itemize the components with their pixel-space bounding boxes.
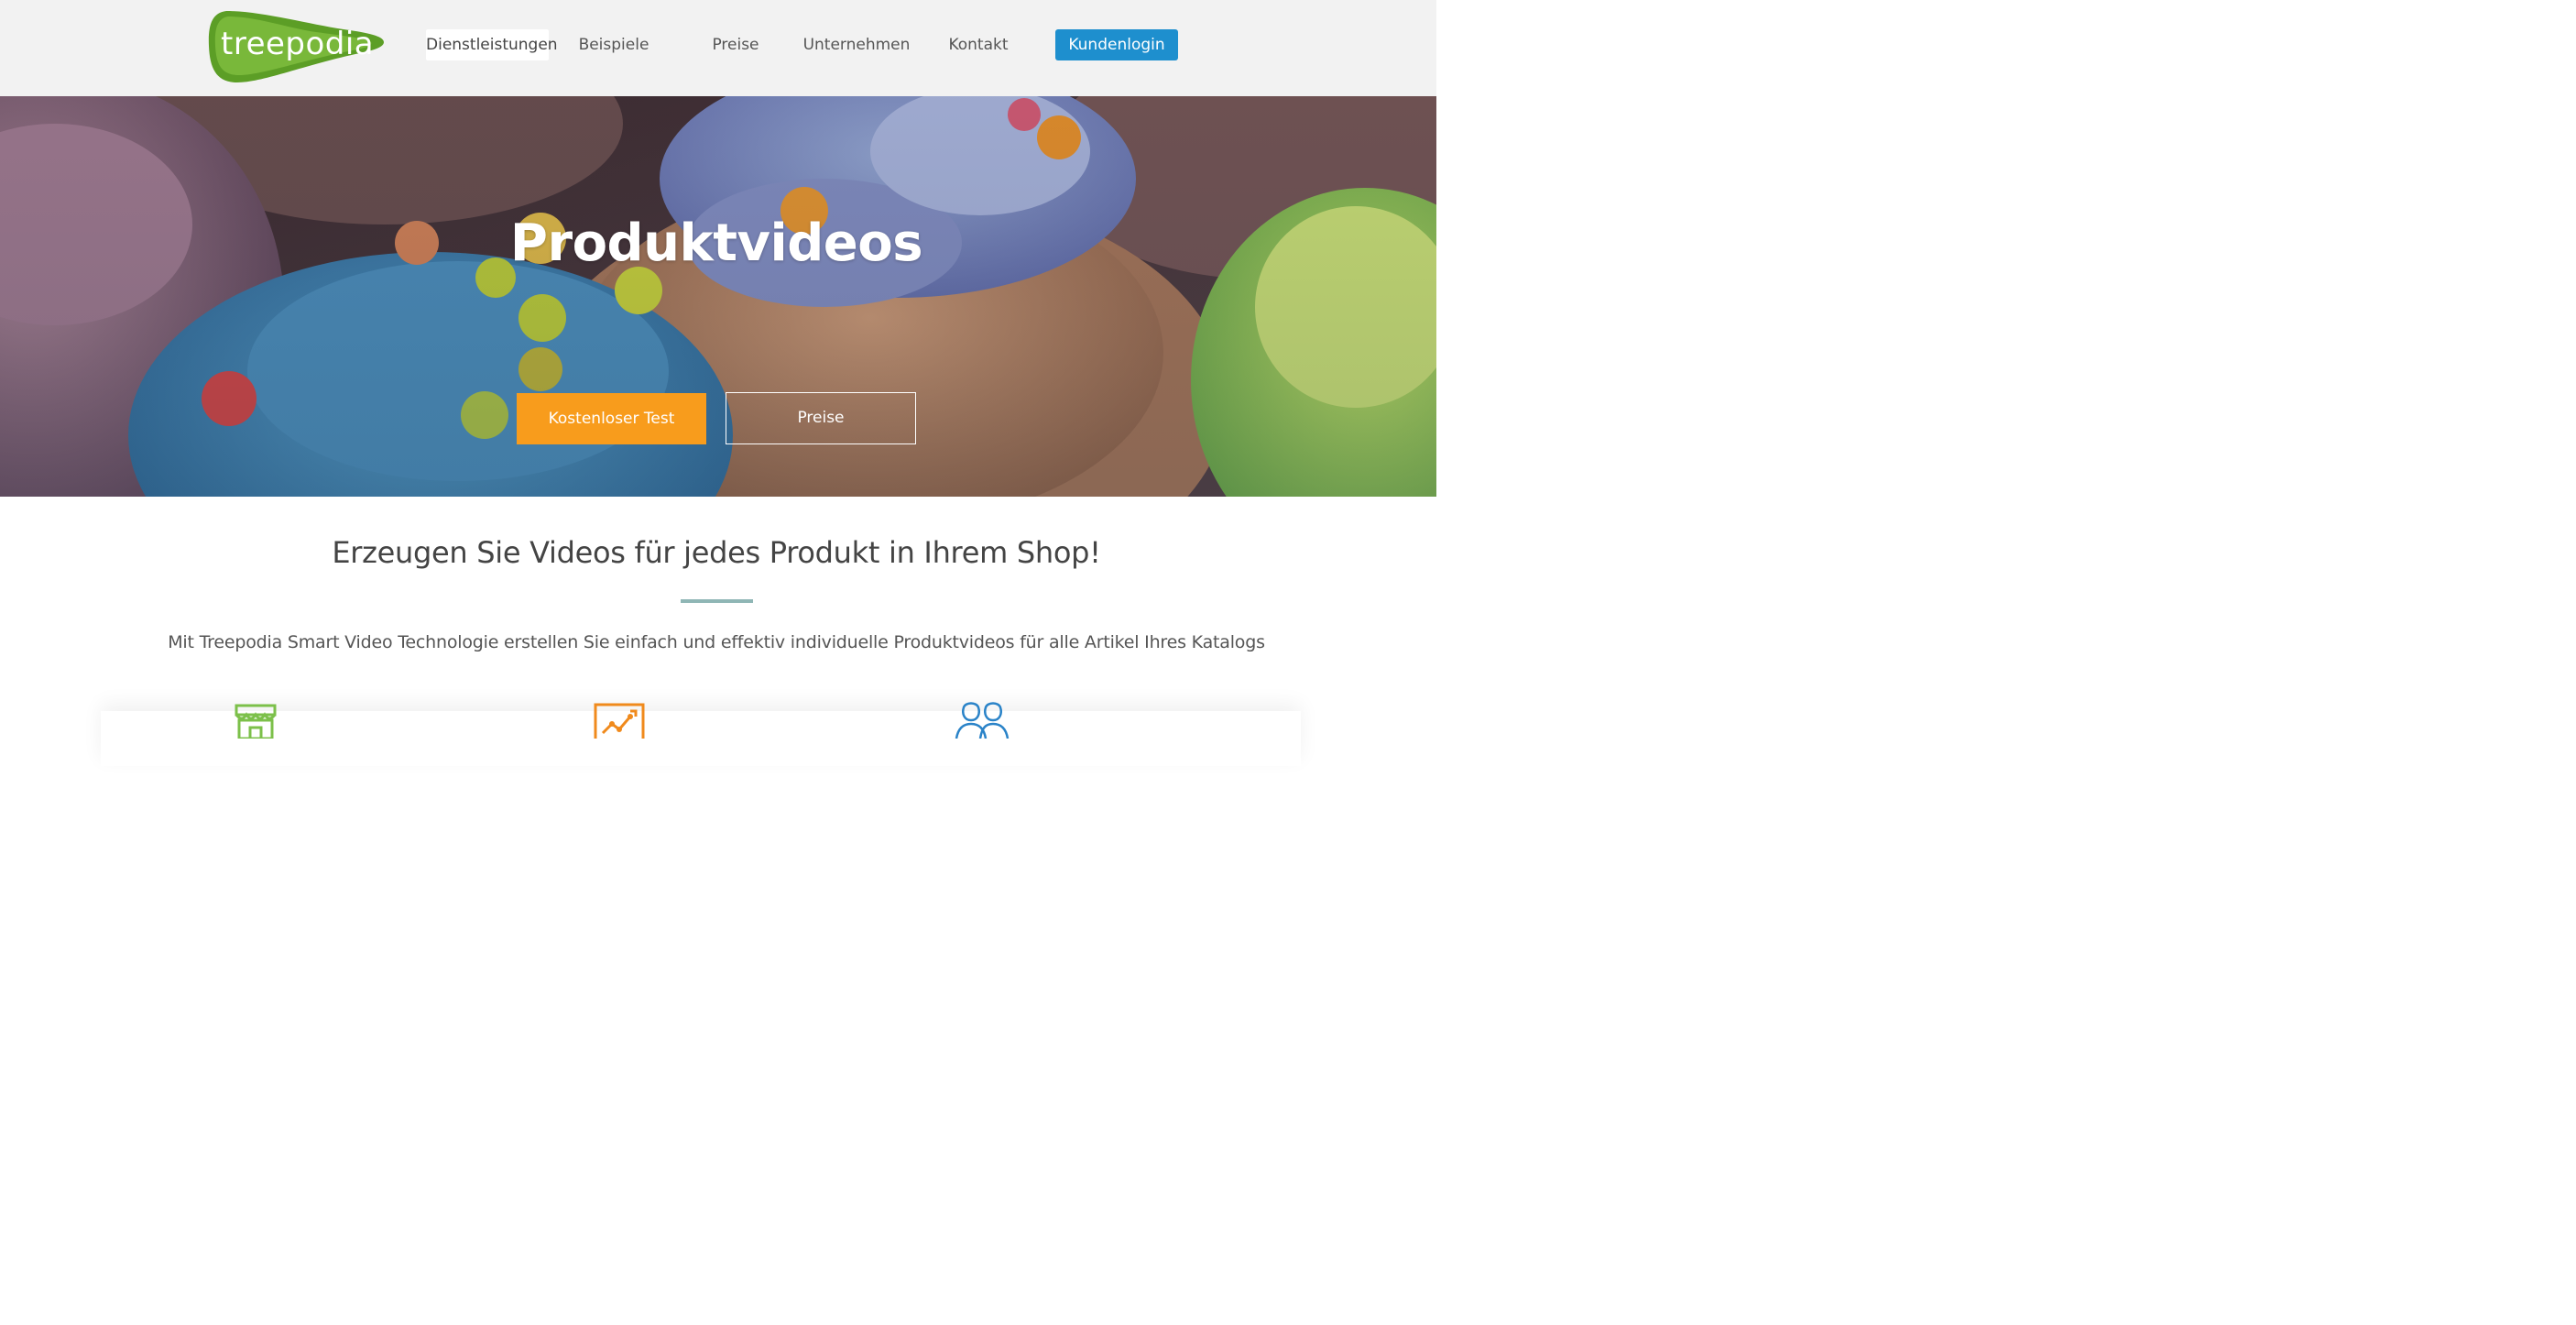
- analytics-chart-icon: [594, 703, 645, 739]
- site-header: treepodia Dienstleistungen Beispiele Pre…: [0, 0, 1436, 97]
- features-panel: [101, 711, 1301, 766]
- users-icon: [955, 702, 1010, 739]
- hero-title: Produktvideos: [509, 214, 923, 273]
- kundenlogin-button[interactable]: Kundenlogin: [1055, 29, 1178, 60]
- nav-dienstleistungen[interactable]: Dienstleistungen: [426, 29, 558, 60]
- cupcakes-background-image: [0, 96, 1436, 497]
- hero-banner: Produktvideos Kostenloser Test Preise: [0, 96, 1436, 497]
- storefront-icon: [235, 704, 277, 739]
- nav-unternehmen[interactable]: Unternehmen: [799, 29, 914, 60]
- nav-beispiele[interactable]: Beispiele: [570, 29, 658, 60]
- nav-kontakt[interactable]: Kontakt: [944, 29, 1013, 60]
- treepodia-logo[interactable]: treepodia: [206, 9, 386, 84]
- kostenloser-test-button[interactable]: Kostenloser Test: [517, 393, 706, 444]
- section-subline: Mit Treepodia Smart Video Technologie er…: [168, 632, 1265, 652]
- headline-divider: [681, 599, 753, 603]
- section-headline: Erzeugen Sie Videos für jedes Produkt in…: [332, 535, 1101, 570]
- preise-button[interactable]: Preise: [726, 392, 916, 444]
- nav-preise[interactable]: Preise: [702, 29, 770, 60]
- logo-text: treepodia: [221, 26, 375, 62]
